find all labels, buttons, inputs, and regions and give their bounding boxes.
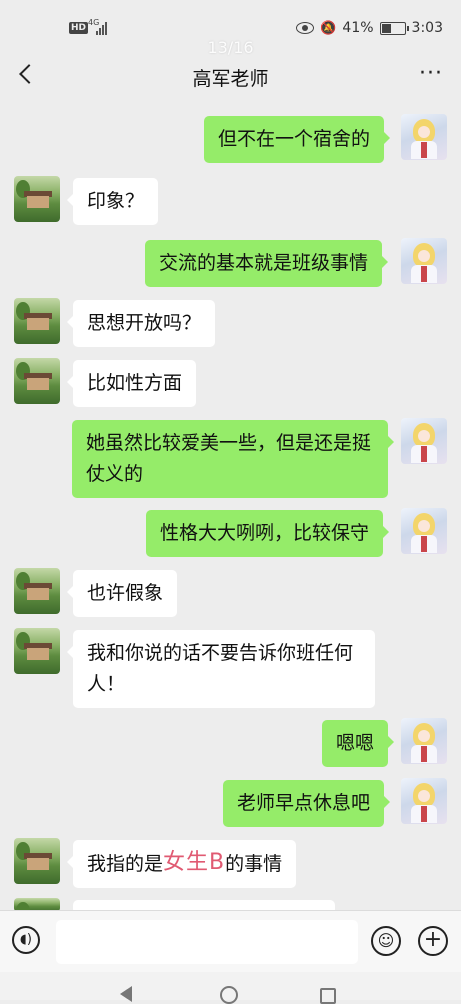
teacher-avatar[interactable]	[14, 568, 60, 614]
message-bubble[interactable]	[73, 900, 335, 910]
student-avatar[interactable]	[401, 114, 447, 160]
message-row: 嗯嗯	[0, 716, 461, 772]
message-bubble[interactable]: 思想开放吗？	[66, 300, 216, 347]
message-row: 我指的是女生B的事情	[0, 836, 461, 892]
message-row: 她虽然比较爱美一些，但是还是挺 仗义的	[0, 416, 461, 498]
teacher-avatar[interactable]	[14, 176, 60, 222]
battery-percent: 41%	[342, 20, 374, 36]
message-row: 老师早点休息吧	[0, 776, 461, 832]
status-right: 🔕 41% 3:03	[296, 20, 443, 36]
message-text: 的事情	[225, 853, 283, 875]
message-bubble[interactable]: 比如性方面	[66, 360, 197, 407]
message-bubble[interactable]: 老师早点休息吧	[223, 780, 391, 827]
system-nav-bar	[0, 972, 461, 1004]
student-avatar[interactable]	[401, 238, 447, 284]
message-row: 我和你说的话不要告诉你班任何 人！	[0, 626, 461, 708]
message-row: 但不在一个宿舍的	[0, 110, 461, 166]
plus-icon[interactable]: +	[418, 926, 448, 956]
chat-header: 高军老师 ···	[0, 52, 461, 100]
message-row	[0, 898, 461, 910]
teacher-avatar[interactable]	[14, 898, 60, 910]
message-bubble[interactable]: 但不在一个宿舍的	[204, 116, 391, 163]
message-bubble[interactable]: 她虽然比较爱美一些，但是还是挺 仗义的	[72, 420, 394, 498]
clock: 3:03	[411, 20, 443, 36]
message-bubble[interactable]: 嗯嗯	[322, 720, 395, 767]
voice-icon[interactable]: ◖)	[12, 926, 40, 954]
message-line: 仗义的	[86, 463, 144, 485]
teacher-avatar[interactable]	[14, 628, 60, 674]
nav-home-icon[interactable]	[220, 986, 238, 1004]
message-text: 我指的是	[87, 853, 164, 875]
message-row: 交流的基本就是班级事情	[0, 236, 461, 292]
message-bubble[interactable]: 也许假象	[66, 570, 178, 617]
signal-icon	[96, 21, 110, 35]
teacher-avatar[interactable]	[14, 298, 60, 344]
student-avatar[interactable]	[401, 778, 447, 824]
message-row: 印象？	[0, 176, 461, 232]
message-bubble[interactable]: 性格大大咧咧，比较保守	[146, 510, 390, 557]
emoji-icon[interactable]: ☺	[371, 926, 401, 956]
message-row: 比如性方面	[0, 356, 461, 412]
message-bubble[interactable]: 交流的基本就是班级事情	[145, 240, 389, 287]
mute-bell-icon: 🔕	[320, 20, 337, 36]
message-list[interactable]: 但不在一个宿舍的 印象？ 交流的基本就是班级事情 思想开放吗？ 比如性方面 她虽…	[0, 110, 461, 910]
teacher-avatar[interactable]	[14, 838, 60, 884]
message-row: 思想开放吗？	[0, 296, 461, 352]
chat-title: 高军老师	[192, 68, 269, 90]
message-line: 她虽然比较爱美一些，但是还是挺	[86, 432, 372, 454]
message-row: 性格大大咧咧，比较保守	[0, 506, 461, 562]
nav-recent-icon[interactable]	[320, 988, 336, 1004]
message-line: 人！	[87, 673, 126, 695]
student-avatar[interactable]	[401, 508, 447, 554]
teacher-avatar[interactable]	[14, 358, 60, 404]
battery-icon	[379, 21, 409, 35]
more-dots-icon[interactable]: ···	[419, 63, 443, 85]
input-bar: ◖) ☺ +	[0, 910, 461, 973]
eye-icon	[296, 22, 315, 34]
message-row: 也许假象	[0, 566, 461, 622]
hd-badge: HD	[69, 22, 89, 34]
message-bubble[interactable]: 印象？	[66, 178, 159, 225]
message-input[interactable]	[56, 920, 358, 964]
message-bubble[interactable]: 我指的是女生B的事情	[66, 840, 297, 888]
message-line: 我和你说的话不要告诉你班任何	[87, 642, 354, 664]
student-avatar[interactable]	[401, 418, 447, 464]
overlay-annotation: 女生B	[163, 850, 226, 875]
message-bubble[interactable]: 我和你说的话不要告诉你班任何 人！	[67, 630, 375, 708]
student-avatar[interactable]	[401, 718, 447, 764]
